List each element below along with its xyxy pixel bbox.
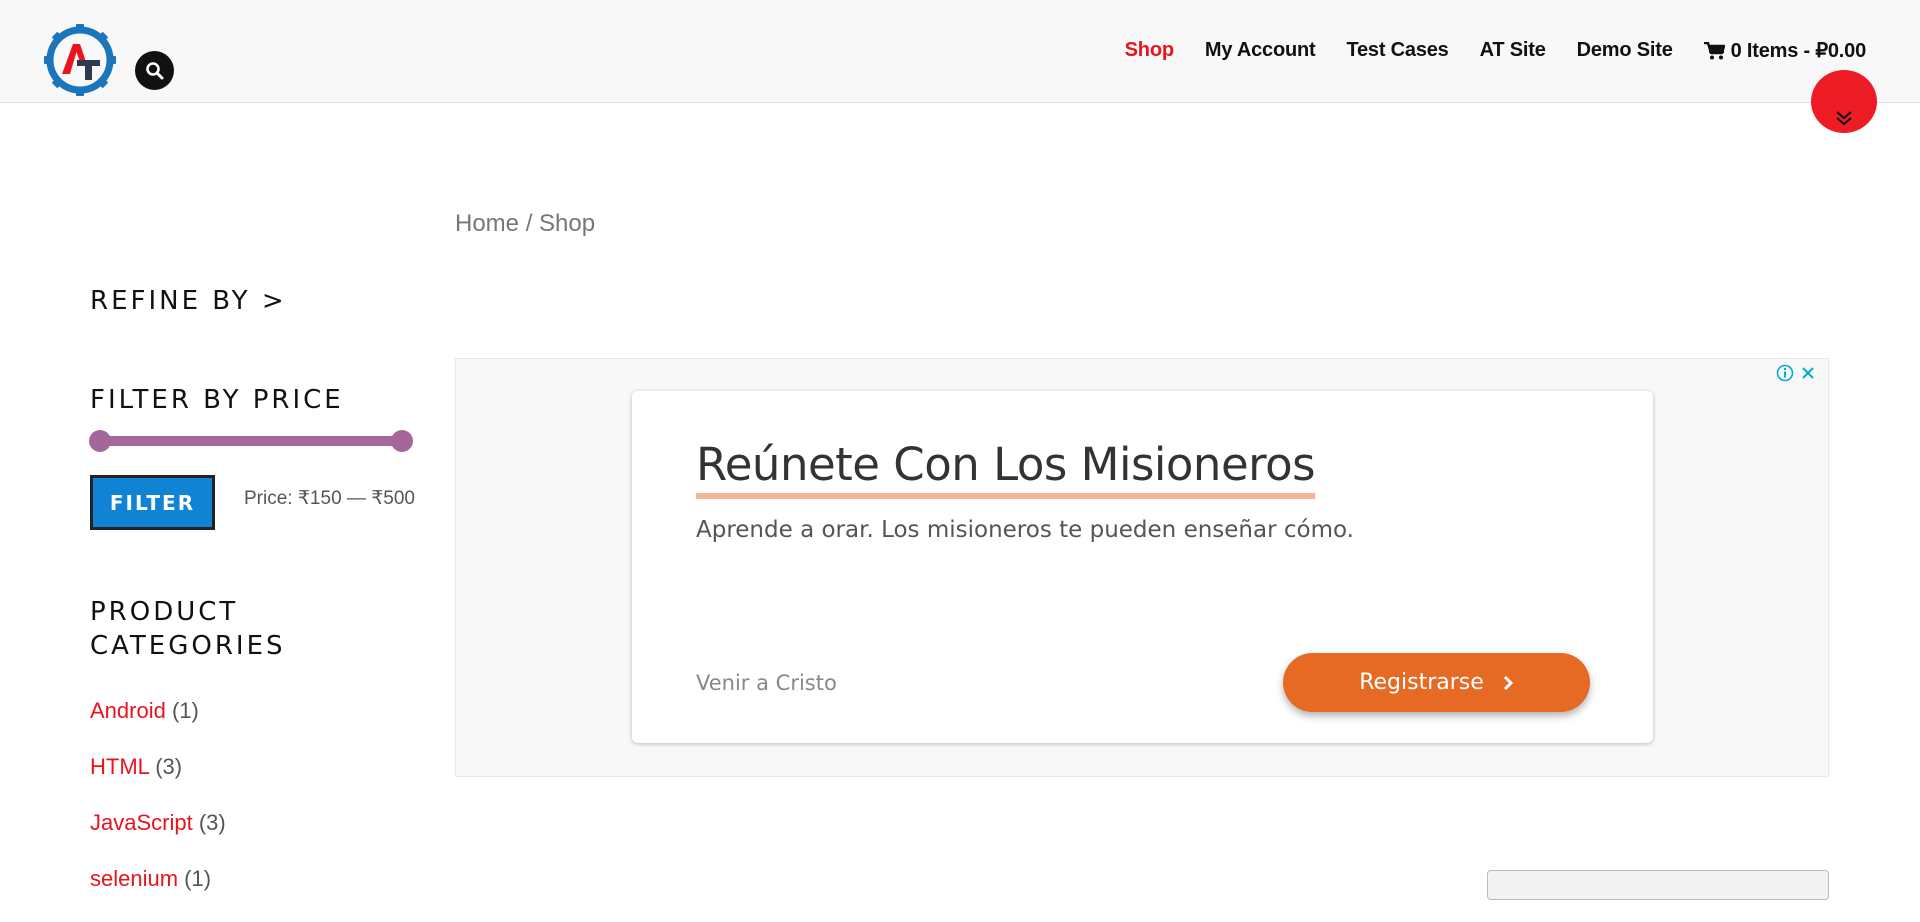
cart-summary: 0 Items - ₽0.00 xyxy=(1730,40,1867,62)
sort-select[interactable] xyxy=(1487,870,1829,900)
nav-demo-site[interactable]: Demo Site xyxy=(1577,39,1673,62)
category-count: (1) xyxy=(171,698,199,723)
nav-my-account[interactable]: My Account xyxy=(1205,39,1316,62)
price-slider-max-handle[interactable] xyxy=(391,430,413,452)
category-item: Android (1) xyxy=(90,698,226,754)
breadcrumb: Home / Shop xyxy=(455,210,595,238)
breadcrumb-separator: / xyxy=(519,210,540,237)
close-icon[interactable] xyxy=(1800,365,1816,381)
breadcrumb-current: Shop xyxy=(539,210,596,237)
refine-title: REFINE BY > xyxy=(90,286,287,316)
filter-price-title: FILTER BY PRICE xyxy=(90,385,344,415)
ad-title[interactable]: Reúnete Con Los Misioneros xyxy=(696,437,1316,499)
category-item: JavaScript (3) xyxy=(90,810,226,866)
category-count: (3) xyxy=(198,810,226,835)
breadcrumb-home[interactable]: Home xyxy=(455,210,519,237)
nav-shop[interactable]: Shop xyxy=(1125,39,1174,62)
ad-cta-button[interactable]: Registrarse xyxy=(1283,653,1590,712)
category-item: selenium (1) xyxy=(90,866,226,922)
category-count: (3) xyxy=(155,754,183,779)
ad-source: Venir a Cristo xyxy=(696,671,837,695)
price-slider-min-handle[interactable] xyxy=(89,430,111,452)
site-header: Shop My Account Test Cases AT Site Demo … xyxy=(0,0,1920,103)
category-link-selenium[interactable]: selenium xyxy=(90,866,178,891)
category-list: Android (1) HTML (3) JavaScript (3) sele… xyxy=(90,698,226,922)
category-link-javascript[interactable]: JavaScript xyxy=(90,810,193,835)
at-gear-logo-icon xyxy=(44,24,116,96)
scroll-down-button[interactable] xyxy=(1811,70,1877,133)
ad-banner: Reúnete Con Los Misioneros Aprende a ora… xyxy=(455,358,1829,777)
site-logo[interactable] xyxy=(42,22,118,98)
ad-card[interactable]: Reúnete Con Los Misioneros Aprende a ora… xyxy=(632,391,1653,743)
info-icon[interactable] xyxy=(1776,364,1794,382)
product-categories-title: PRODUCT CATEGORIES xyxy=(90,597,286,661)
ad-cta-label: Registrarse xyxy=(1359,670,1484,695)
price-range-label: Price: ₹150 — ₹500 xyxy=(244,488,415,509)
ad-subtitle: Aprende a orar. Los misioneros te pueden… xyxy=(696,517,1354,543)
chevron-right-icon xyxy=(1503,675,1513,690)
category-count: (1) xyxy=(184,866,212,891)
filter-button[interactable]: FILTER xyxy=(90,475,215,530)
price-slider[interactable] xyxy=(89,430,413,452)
nav-test-cases[interactable]: Test Cases xyxy=(1346,39,1448,62)
nav-at-site[interactable]: AT Site xyxy=(1480,39,1546,62)
category-link-android[interactable]: Android xyxy=(90,698,166,723)
cart-icon xyxy=(1703,41,1725,59)
ad-controls xyxy=(1776,364,1816,382)
category-item: HTML (3) xyxy=(90,754,226,810)
search-button[interactable] xyxy=(135,51,174,90)
category-link-html[interactable]: HTML xyxy=(90,754,149,779)
search-icon xyxy=(145,61,163,79)
nav-cart[interactable]: 0 Items - ₽0.00 xyxy=(1703,38,1867,63)
chevron-double-down-icon xyxy=(1836,111,1852,126)
main-nav: Shop My Account Test Cases AT Site Demo … xyxy=(1094,38,1867,63)
